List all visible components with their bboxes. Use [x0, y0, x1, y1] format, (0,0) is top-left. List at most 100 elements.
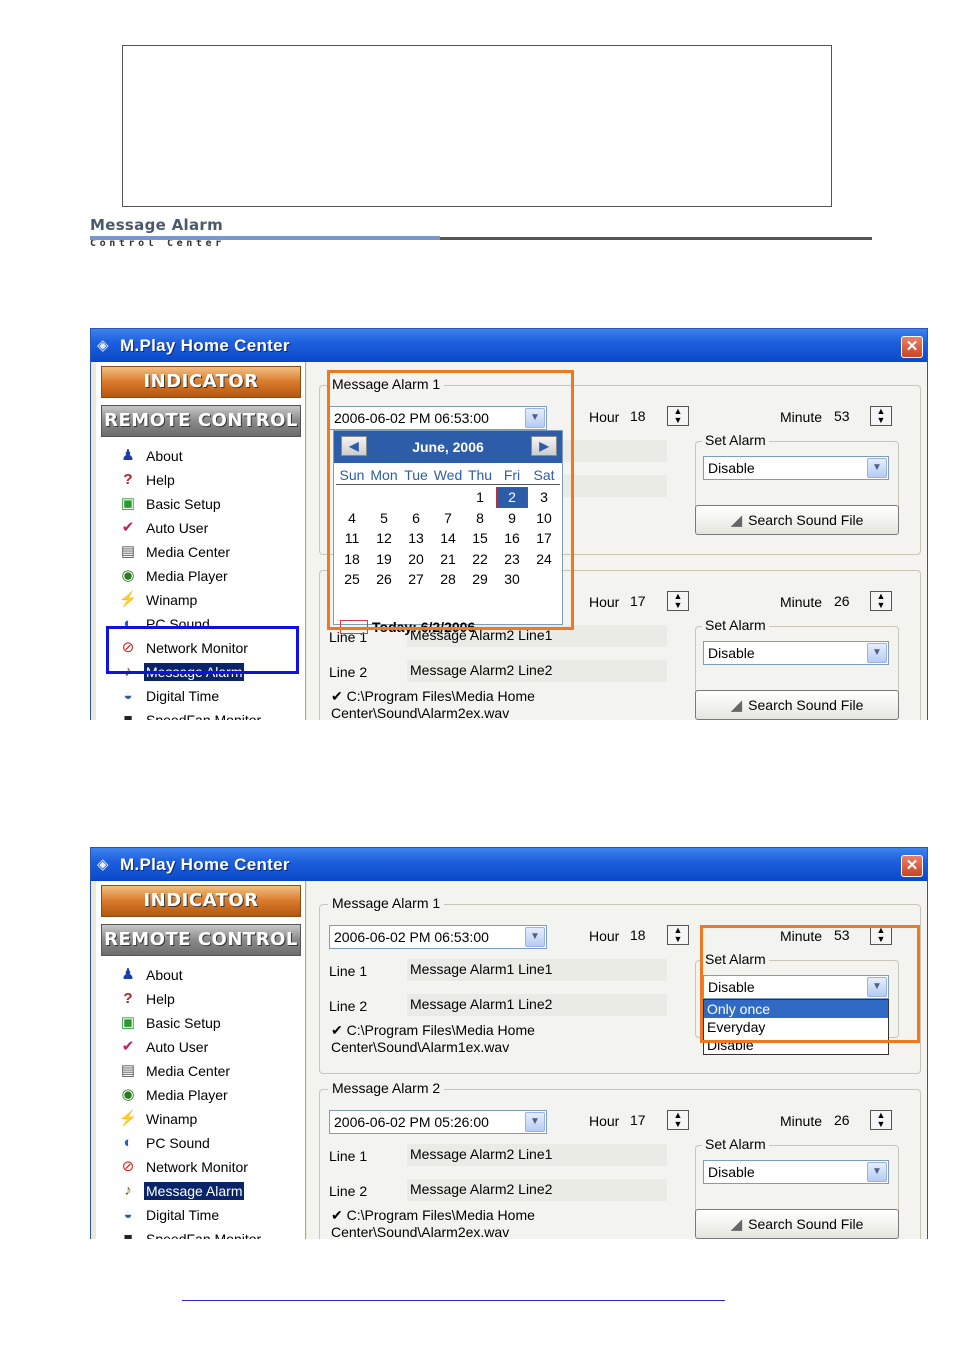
speaker-icon: ◢	[730, 697, 743, 714]
sidebar-item-digital-time[interactable]: ◒ Digital Time	[118, 1203, 263, 1227]
chevron-down-icon[interactable]: ▼	[867, 458, 887, 478]
chevron-down-icon[interactable]: ▼	[867, 1162, 887, 1182]
remote-control-button[interactable]: REMOTE CONTROL	[101, 405, 301, 437]
search-sound-label: Search Sound File	[748, 1216, 864, 1232]
alarm1-datetime-value: 2006-06-02 PM 06:53:00	[334, 929, 489, 945]
alarm2-hour-spinner[interactable]: ▲ ▼	[667, 1110, 689, 1130]
media-center-icon: ▤	[120, 543, 136, 560]
alarm2-search-sound-button[interactable]: ◢ Search Sound File	[695, 690, 899, 720]
sidebar-item-network-monitor[interactable]: ⊘ Network Monitor	[118, 1155, 263, 1179]
chevron-down-icon[interactable]: ▼	[867, 643, 887, 663]
heading-rule-dark	[440, 237, 872, 240]
media-center-icon: ▤	[120, 1062, 136, 1079]
sidebar-item-about[interactable]: ♟ About	[118, 963, 263, 987]
alarm2-line2-field[interactable]: Message Alarm2 Line2	[407, 660, 667, 682]
remote-control-label: REMOTE CONTROL	[104, 410, 298, 431]
app-icon: ◈	[97, 337, 109, 354]
alarm2-line1-field[interactable]: Message Alarm2 Line1	[407, 1144, 667, 1166]
setup-icon: ▣	[120, 1014, 136, 1031]
alarm2-sound-checkbox[interactable]: ✔ C:\Program Files\Media Home Center\Sou…	[331, 1207, 571, 1239]
remote-control-button[interactable]: REMOTE CONTROL	[101, 924, 301, 956]
help-icon: ?	[123, 990, 133, 1007]
sidebar-item-help[interactable]: ? Help	[118, 987, 263, 1011]
sidebar-item-media-player[interactable]: ◉ Media Player	[118, 1083, 263, 1107]
setup-icon: ▣	[120, 495, 136, 512]
sidebar-item-help[interactable]: ? Help	[118, 468, 263, 492]
calendar-highlight	[327, 370, 574, 630]
sidebar-item-speedfan[interactable]: ■ SpeedFan Monitor	[118, 708, 263, 720]
sidebar-item-media-center[interactable]: ▤ Media Center	[118, 1059, 263, 1083]
alarm1-line2-label: Line 2	[329, 998, 368, 1014]
alarm2-datetime-picker[interactable]: 2006-06-02 PM 05:26:00 ▼	[329, 1110, 547, 1134]
sidebar-item-auto-user[interactable]: ✔ Auto User	[118, 1035, 263, 1059]
alarm2-hour-value: 17	[630, 593, 646, 609]
sidebar-item-message-alarm[interactable]: ♪ Message Alarm	[118, 1179, 263, 1203]
sidebar-item-winamp[interactable]: ⚡ Winamp	[118, 1107, 263, 1131]
sidebar-item-basic-setup[interactable]: ▣ Basic Setup	[118, 492, 263, 516]
alarm1-hour-spinner[interactable]: ▲ ▼	[667, 925, 689, 945]
sidebar-item-about[interactable]: ♟ About	[118, 444, 263, 468]
heading-title: Message Alarm	[90, 216, 224, 234]
alarm2-title: Message Alarm 2	[328, 1080, 445, 1096]
alarm1-datetime-picker[interactable]: 2006-06-02 PM 06:53:00 ▼	[329, 925, 547, 949]
alarm2-datetime-value: 2006-06-02 PM 05:26:00	[334, 1114, 489, 1130]
alarm2-set-alarm-select[interactable]: Disable ▼	[703, 1160, 889, 1184]
sidebar-item-label: Auto User	[146, 520, 209, 536]
alarm1-hour-spinner[interactable]: ▲ ▼	[667, 406, 689, 426]
alarm2-hour-value: 17	[630, 1112, 646, 1128]
sidebar-item-winamp[interactable]: ⚡ Winamp	[118, 588, 263, 612]
alarm2-set-alarm-select[interactable]: Disable ▼	[703, 641, 889, 665]
alarm2-search-sound-button[interactable]: ◢ Search Sound File	[695, 1209, 899, 1239]
alarm1-minute-label: Minute	[780, 409, 823, 425]
window-titlebar: ◈ M.Play Home Center ✕	[91, 848, 927, 881]
app-icon: ◈	[97, 856, 109, 873]
window-title: M.Play Home Center	[120, 336, 290, 355]
footer-link-underline[interactable]	[182, 1300, 725, 1301]
search-sound-label: Search Sound File	[748, 697, 864, 713]
alarm1-set-alarm-select[interactable]: Disable ▼	[703, 456, 889, 480]
chevron-down-icon[interactable]: ▼	[525, 927, 545, 947]
sidebar-item-pc-sound[interactable]: ◐ PC Sound	[118, 1131, 263, 1155]
alarm1-search-sound-button[interactable]: ◢ Search Sound File	[695, 505, 899, 535]
alarm1-minute-spinner[interactable]: ▲ ▼	[870, 406, 892, 426]
pc-sound-icon: ◐	[123, 1134, 133, 1151]
sidebar-item-label: Winamp	[146, 1111, 198, 1127]
close-icon[interactable]: ✕	[901, 336, 923, 358]
alarm2-minute-label: Minute	[780, 1113, 823, 1129]
help-icon: ?	[123, 471, 133, 488]
alarm1-minute-value: 53	[834, 408, 850, 424]
sidebar-item-media-player[interactable]: ◉ Media Player	[118, 564, 263, 588]
alarm1-line1-field[interactable]: Message Alarm1 Line1	[407, 959, 667, 981]
clock-icon: ◒	[123, 687, 133, 704]
alarm2-line2-value: Message Alarm2 Line2	[410, 1181, 553, 1197]
alarm1-line2-field[interactable]: Message Alarm1 Line2	[407, 994, 667, 1016]
sidebar-item-label: SpeedFan Monitor	[146, 1231, 262, 1239]
sidebar-item-media-center[interactable]: ▤ Media Center	[118, 540, 263, 564]
alarm2-minute-value: 26	[834, 593, 850, 609]
auto-user-icon: ✔	[121, 519, 135, 536]
alarm2-minute-spinner[interactable]: ▲ ▼	[870, 591, 892, 611]
sidebar-item-digital-time[interactable]: ◒ Digital Time	[118, 684, 263, 708]
sidebar-item-auto-user[interactable]: ✔ Auto User	[118, 516, 263, 540]
alarm2-minute-value: 26	[834, 1112, 850, 1128]
alarm1-sound-checkbox[interactable]: ✔ C:\Program Files\Media Home Center\Sou…	[331, 1022, 571, 1056]
indicator-button[interactable]: INDICATOR	[101, 885, 301, 917]
alarm1-line2-value: Message Alarm1 Line2	[410, 996, 553, 1012]
alarm2-sound-checkbox[interactable]: ✔ C:\Program Files\Media Home Center\Sou…	[331, 688, 571, 720]
alarm2-set-alarm-value: Disable	[708, 645, 755, 661]
chevron-down-icon[interactable]: ▼	[525, 1112, 545, 1132]
alarm2-minute-spinner[interactable]: ▲ ▼	[870, 1110, 892, 1130]
checkmark-icon: ✔	[331, 688, 343, 704]
person-icon: ♟	[121, 966, 135, 983]
indicator-button[interactable]: INDICATOR	[101, 366, 301, 398]
alarm2-line2-field[interactable]: Message Alarm2 Line2	[407, 1179, 667, 1201]
sidebar-item-speedfan[interactable]: ■ SpeedFan Monitor	[118, 1227, 263, 1239]
sidebar-item-label: Message Alarm	[144, 1182, 245, 1200]
close-icon[interactable]: ✕	[901, 855, 923, 877]
alarm2-line2-label: Line 2	[329, 1183, 368, 1199]
sidebar-item-label: Basic Setup	[146, 496, 221, 512]
winamp-icon: ⚡	[118, 591, 138, 608]
sidebar-item-basic-setup[interactable]: ▣ Basic Setup	[118, 1011, 263, 1035]
alarm2-hour-spinner[interactable]: ▲ ▼	[667, 591, 689, 611]
alarm1-hour-value: 18	[630, 927, 646, 943]
